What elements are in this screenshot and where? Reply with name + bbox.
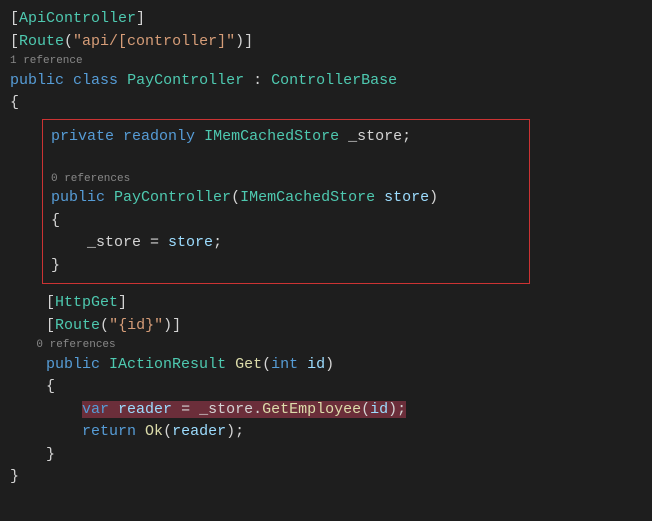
field-type: IMemCachedStore — [204, 128, 339, 145]
return-keyword: return — [82, 423, 136, 440]
var-reader-line: var reader = _store.GetEmployee(id); — [10, 399, 642, 422]
var-keyword: var — [82, 401, 109, 418]
readonly-keyword: readonly — [123, 128, 195, 145]
attribute-line-2: [Route("api/[controller]")] — [10, 31, 642, 54]
httpget-attr: HttpGet — [55, 294, 118, 311]
route-attr-line-2: [Route("{id}")] — [10, 315, 642, 338]
public-keyword: public — [10, 72, 64, 89]
reference-count-1[interactable]: 1 reference — [10, 53, 642, 70]
ctor-brace-open: { — [51, 210, 521, 233]
assignment-line: _store = store; — [51, 232, 521, 255]
return-type: IActionResult — [109, 356, 226, 373]
int-keyword: int — [271, 356, 298, 373]
param-type: IMemCachedStore — [240, 189, 375, 206]
method-name: Get — [235, 356, 262, 373]
apicontroller-attr: ApiController — [19, 10, 136, 27]
class-brace-open: { — [10, 92, 642, 115]
private-keyword: private — [51, 128, 114, 145]
getemployee-call: GetEmployee — [262, 401, 361, 418]
method-brace-open: { — [10, 376, 642, 399]
return-line: return Ok(reader); — [10, 421, 642, 444]
constructor-declaration: public PayController(IMemCachedStore sto… — [51, 187, 521, 210]
field-declaration: private readonly IMemCachedStore _store; — [51, 126, 521, 149]
attribute-line-1: [ApiController] — [10, 8, 642, 31]
class-keyword: class — [73, 72, 118, 89]
class-brace-close: } — [10, 466, 642, 489]
reference-count-2[interactable]: 0 references — [51, 171, 521, 188]
method-brace-close: } — [10, 444, 642, 467]
ctor-brace-close: } — [51, 255, 521, 278]
httpget-attr-line: [HttpGet] — [10, 292, 642, 315]
base-class: ControllerBase — [271, 72, 397, 89]
reader-var: reader — [118, 401, 172, 418]
param-name: store — [384, 189, 429, 206]
field-name: _store — [348, 128, 402, 145]
class-name: PayController — [127, 72, 244, 89]
method-declaration: public IActionResult Get(int id) — [10, 354, 642, 377]
constructor-name: PayController — [114, 189, 231, 206]
ok-call: Ok — [145, 423, 163, 440]
class-declaration: public class PayController : ControllerB… — [10, 70, 642, 93]
reference-count-3[interactable]: 0 references — [10, 337, 642, 354]
route-attr: Route — [19, 33, 64, 50]
id-param: id — [307, 356, 325, 373]
route-string: "api/[controller]" — [73, 33, 235, 50]
route-id-string: "{id}" — [109, 317, 163, 334]
highlighted-region: private readonly IMemCachedStore _store;… — [42, 119, 530, 285]
